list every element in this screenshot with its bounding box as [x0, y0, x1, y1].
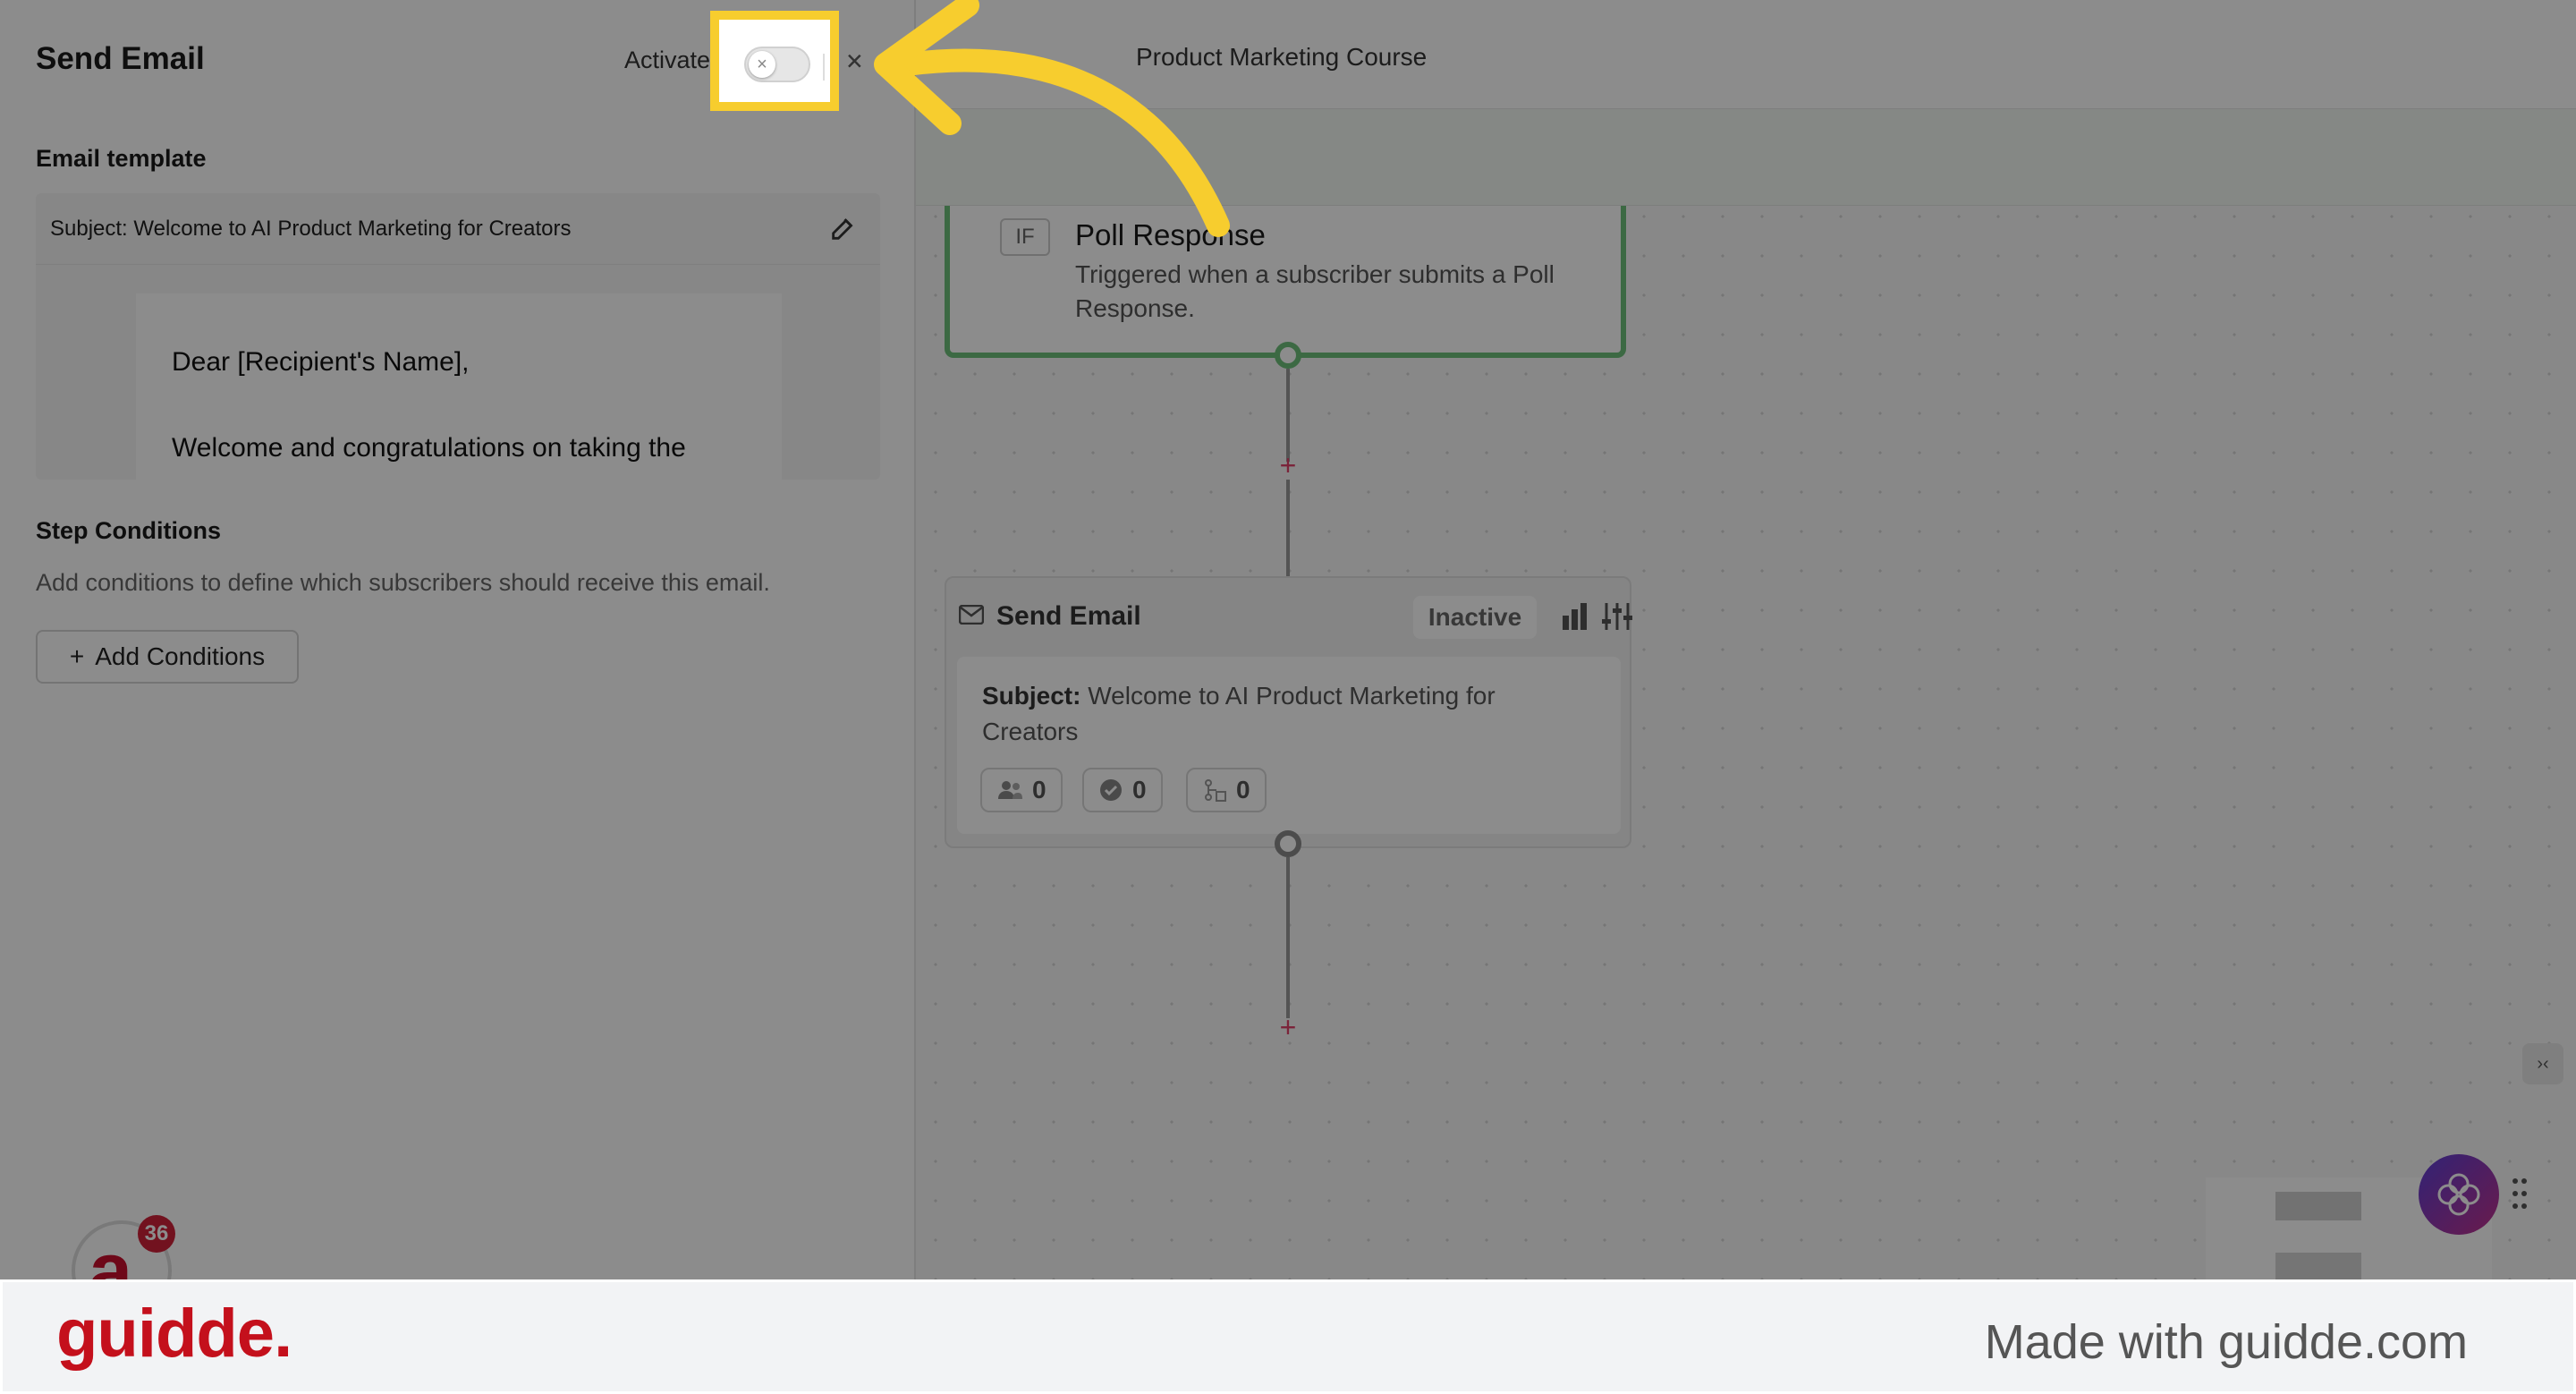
status-badge: Inactive	[1413, 596, 1537, 639]
email-output-handle[interactable]	[1275, 830, 1301, 857]
add-step-button[interactable]: +	[1275, 451, 1301, 480]
highlight-frame: ×	[710, 11, 839, 111]
connector-line	[1286, 369, 1290, 462]
mini-map-node	[2275, 1253, 2361, 1279]
connector-line	[1286, 480, 1290, 576]
template-subject: Subject: Welcome to AI Product Marketing…	[50, 217, 572, 241]
guidde-logo: guidde.	[56, 1296, 292, 1372]
sliders-icon[interactable]	[1601, 601, 1633, 632]
plus-icon: +	[69, 642, 85, 670]
template-header: Subject: Welcome to AI Product Marketing…	[36, 193, 880, 265]
trigger-description: Triggered when a subscriber submits a Po…	[1075, 260, 1555, 322]
recipients-stat: 0	[980, 768, 1063, 812]
send-email-node[interactable]: Send Email Inactive Subject: Welcome to …	[945, 576, 1632, 848]
made-with-text: Made with guidde.com	[1984, 1315, 2468, 1369]
activate-label: Activate	[624, 47, 711, 73]
users-icon	[998, 781, 1022, 799]
email-template-card[interactable]: Subject: Welcome to AI Product Marketing…	[36, 193, 880, 480]
branch-stat: 0	[1186, 768, 1267, 812]
notification-badge: 36	[138, 1215, 175, 1253]
close-button-highlighted[interactable]: ×	[846, 43, 863, 79]
collapse-icon[interactable]: ›‹	[2522, 1043, 2563, 1084]
edit-icon[interactable]	[828, 213, 859, 243]
add-conditions-label: Add Conditions	[95, 642, 266, 670]
activate-toggle-highlighted[interactable]: ×	[744, 47, 810, 82]
trigger-output-handle[interactable]	[1275, 342, 1301, 369]
step-conditions-label: Step Conditions	[36, 517, 221, 544]
subject-label: Subject:	[982, 682, 1081, 710]
add-conditions-button[interactable]: + Add Conditions	[36, 630, 299, 684]
template-preview: Dear [Recipient's Name], Welcome and con…	[136, 293, 782, 480]
stats-icon[interactable]	[1560, 601, 1590, 632]
node-body: Subject: Welcome to AI Product Marketing…	[957, 657, 1621, 834]
footer-bar: guidde. Made with guidde.com	[0, 1279, 2576, 1394]
completed-stat: 0	[1082, 768, 1163, 812]
branch-count: 0	[1236, 776, 1250, 803]
check-circle-icon	[1100, 779, 1122, 801]
branch-icon	[1205, 779, 1226, 802]
mail-icon	[959, 605, 984, 625]
panel-title: Send Email	[36, 41, 205, 76]
email-template-label: Email template	[36, 145, 207, 172]
annotation-arrow-icon	[874, 0, 1230, 237]
completed-count: 0	[1132, 776, 1147, 803]
node-header: Send Email Inactive	[959, 596, 1632, 641]
node-title: Send Email	[996, 601, 1141, 631]
connector-line	[1286, 857, 1290, 1018]
x-icon: ×	[749, 51, 775, 78]
preview-greeting: Dear [Recipient's Name],	[172, 347, 470, 377]
send-email-panel: Send Email Activate × × Email template S…	[0, 0, 916, 1279]
preview-body: Welcome and congratulations on taking th…	[172, 433, 686, 463]
flower-icon	[2437, 1173, 2480, 1216]
step-conditions-description: Add conditions to define which subscribe…	[36, 569, 770, 596]
app-window: Send Email Activate × × Email template S…	[0, 0, 2576, 1321]
recipients-count: 0	[1032, 776, 1046, 803]
add-step-button[interactable]: +	[1275, 1013, 1301, 1041]
drag-handle-icon[interactable]	[2512, 1177, 2528, 1210]
node-subject: Subject: Welcome to AI Product Marketing…	[982, 678, 1590, 750]
divider	[823, 54, 825, 81]
mini-map-node	[2275, 1192, 2361, 1220]
assistant-icon[interactable]	[2419, 1154, 2499, 1235]
